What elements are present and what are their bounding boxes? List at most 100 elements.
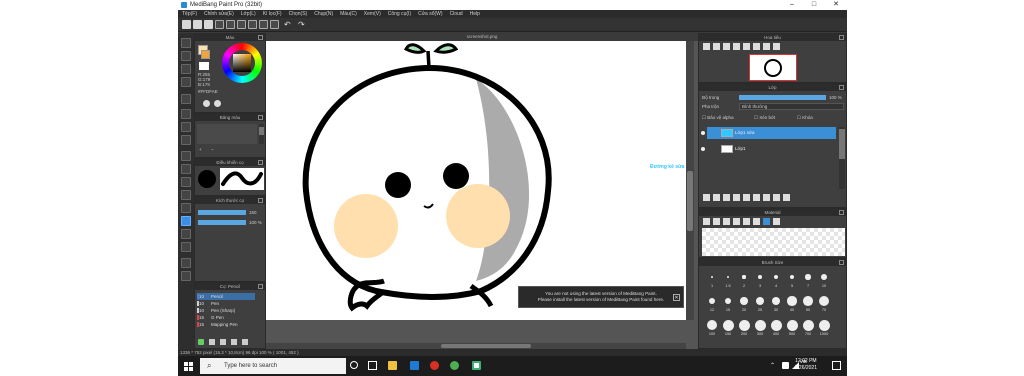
- divide-tool-icon[interactable]: [181, 203, 191, 213]
- palette-remove-button[interactable]: −: [211, 147, 214, 152]
- undo-icon[interactable]: ↶: [284, 20, 293, 29]
- merge-layer-icon[interactable]: [733, 194, 740, 201]
- actual-size-icon[interactable]: [733, 43, 740, 50]
- brush-size-dot[interactable]: [818, 319, 830, 331]
- add-brush-icon[interactable]: [198, 339, 204, 345]
- material-preview[interactable]: [702, 228, 845, 256]
- brush-size-dot[interactable]: [755, 296, 765, 306]
- brush-size-dot[interactable]: [786, 319, 798, 331]
- brush-size-dot[interactable]: [789, 274, 795, 280]
- menu-cloud[interactable]: Cloud: [450, 10, 463, 18]
- eraser-tool-icon[interactable]: [181, 51, 191, 61]
- pen-tool-icon[interactable]: [181, 38, 191, 48]
- visibility-eye-icon[interactable]: [701, 131, 705, 135]
- new-layer-icon[interactable]: [703, 194, 710, 201]
- gradient-tool-icon[interactable]: [181, 135, 191, 145]
- duplicate-layer-icon[interactable]: [723, 194, 730, 201]
- task-view-icon[interactable]: [368, 361, 377, 370]
- material-cloud-icon[interactable]: [733, 218, 740, 225]
- select-pen-tool-icon[interactable]: [181, 190, 191, 200]
- layer-row[interactable]: Lớp1: [701, 143, 836, 155]
- brush-settings-icon[interactable]: [209, 339, 215, 345]
- battery-icon[interactable]: [782, 362, 789, 369]
- snap-icon[interactable]: [237, 20, 246, 29]
- clipping-checkbox[interactable]: ☐ Xén bớt: [754, 115, 775, 121]
- flip-icon[interactable]: [773, 43, 780, 50]
- layer-opacity-slider[interactable]: [739, 95, 826, 100]
- palette-area[interactable]: [197, 124, 257, 144]
- tray-arrow-icon[interactable]: ⌃: [770, 362, 775, 369]
- brush-size-dot[interactable]: [805, 274, 811, 280]
- rotate-right-icon[interactable]: [763, 43, 770, 50]
- visibility-eye-icon[interactable]: [701, 147, 705, 151]
- protect-alpha-checkbox[interactable]: ☐ Bảo vệ alpha: [702, 115, 734, 121]
- lasso-tool-icon[interactable]: [181, 164, 191, 174]
- clock[interactable]: 12:02 PM 8/26/2021: [795, 358, 817, 372]
- eyedropper-tool-icon[interactable]: [181, 242, 191, 252]
- brush-size-dot[interactable]: [711, 276, 713, 278]
- notification-center-icon[interactable]: [832, 361, 841, 370]
- snap-icon-4[interactable]: [270, 20, 279, 29]
- secondary-color-swatch[interactable]: [201, 50, 210, 59]
- zoom-out-icon[interactable]: [713, 43, 720, 50]
- layer-blend-select[interactable]: Bình thường: [739, 103, 844, 110]
- new-file-icon[interactable]: [182, 20, 191, 29]
- material-tile-icon[interactable]: [703, 218, 710, 225]
- snap-icon-2[interactable]: [248, 20, 257, 29]
- brush-size-dot[interactable]: [724, 297, 732, 305]
- brush-size-slider[interactable]: [198, 210, 246, 215]
- menu-layer[interactable]: Lớp(L): [241, 10, 256, 18]
- menu-snap[interactable]: Chụp(N): [314, 10, 333, 18]
- brush-size-dot[interactable]: [773, 274, 779, 280]
- brush-size-dot[interactable]: [770, 319, 782, 331]
- fit-icon[interactable]: [723, 43, 730, 50]
- new-halftone-layer-icon[interactable]: [713, 194, 720, 201]
- layer-row[interactable]: Lớp1 sửa: [701, 127, 836, 139]
- layer-move-down-icon[interactable]: [763, 194, 770, 201]
- document-tab[interactable]: screenshot.png: [266, 33, 698, 41]
- zoom-in-icon[interactable]: [703, 43, 710, 50]
- maximize-button[interactable]: □: [803, 0, 825, 10]
- material-add-icon[interactable]: [753, 218, 760, 225]
- minimize-button[interactable]: –: [781, 0, 803, 10]
- palette-add-button[interactable]: +: [199, 147, 202, 152]
- color-wheel[interactable]: [222, 43, 262, 83]
- material-tone-icon[interactable]: [713, 218, 720, 225]
- open-file-icon[interactable]: [193, 20, 202, 29]
- grid-icon[interactable]: [215, 20, 224, 29]
- brush-folder-icon[interactable]: [242, 339, 248, 345]
- dot-tool-icon[interactable]: [181, 64, 191, 74]
- brush-size-dot[interactable]: [754, 319, 766, 331]
- medibang-taskbar-icon[interactable]: [472, 361, 481, 370]
- magic-wand-tool-icon[interactable]: [181, 177, 191, 187]
- zoom-tool-icon[interactable]: [181, 271, 191, 281]
- brush-size-dot[interactable]: [802, 319, 814, 331]
- layer-settings-icon[interactable]: [773, 194, 780, 201]
- delete-layer-icon[interactable]: [783, 194, 790, 201]
- material-selected-icon[interactable]: [763, 218, 770, 225]
- lock-checkbox[interactable]: ☐ Khóa: [797, 115, 813, 121]
- brush-size-dot[interactable]: [726, 275, 730, 279]
- update-notification[interactable]: You are not using the latest version of …: [518, 286, 684, 308]
- brush-delete-icon[interactable]: [231, 339, 237, 345]
- material-download-icon[interactable]: [743, 218, 750, 225]
- taskbar-search-box[interactable]: ⌕ Type here to search: [200, 358, 346, 374]
- file-explorer-icon[interactable]: [388, 361, 397, 370]
- canvas-vertical-scrollbar[interactable]: [686, 41, 694, 320]
- layer-move-up-icon[interactable]: [753, 194, 760, 201]
- brush-size-dot[interactable]: [722, 319, 734, 331]
- brush-size-dot[interactable]: [818, 295, 830, 307]
- notification-close-icon[interactable]: ✕: [673, 294, 680, 301]
- brush-size-dot[interactable]: [803, 296, 813, 306]
- fill-rect-tool-icon[interactable]: [181, 109, 191, 119]
- brush-size-dot[interactable]: [738, 319, 750, 331]
- brush-size-dot[interactable]: [787, 296, 797, 306]
- menu-tools[interactable]: Công cụ(I): [388, 10, 411, 18]
- brush-size-dot[interactable]: [708, 297, 716, 305]
- brush-size-dot[interactable]: [758, 275, 762, 279]
- brush-copy-icon[interactable]: [220, 339, 226, 345]
- floating-text-label[interactable]: Đường kẻ sửa: [650, 165, 690, 170]
- color-square[interactable]: [233, 54, 251, 72]
- menu-color[interactable]: Màu(C): [340, 10, 357, 18]
- menu-file[interactable]: Tệp(F): [182, 10, 197, 18]
